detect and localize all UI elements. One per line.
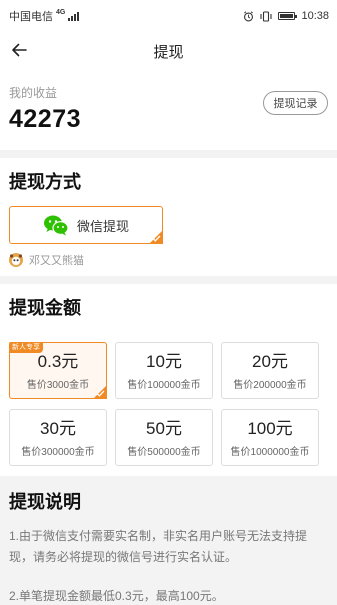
explain-section: 提现说明 1.由于微信支付需要实名制，非实名用户账号无法支持提现，请务必将提现的… [0, 476, 337, 605]
amount-price: 售价3000金币 [26, 379, 90, 391]
earnings-panel: 我的收益 42273 提现记录 [0, 70, 337, 150]
account-row: 邓又又熊猫 [9, 253, 328, 267]
status-bar: 中国电信 4G 10:38 [0, 0, 337, 32]
explain-item: 1.由于微信支付需要实名制，非实名用户账号无法支持提现，请务必将提现的微信号进行… [9, 529, 308, 564]
amount-price: 售价100000金币 [127, 379, 201, 391]
amount-price: 售价300000金币 [21, 446, 95, 458]
vibrate-icon [260, 10, 273, 22]
status-left: 中国电信 4G [9, 8, 80, 24]
amount-value: 30元 [40, 418, 76, 438]
method-section-title: 提现方式 [9, 172, 81, 192]
nav-bar: 提现 [0, 32, 337, 70]
amount-value: 10元 [146, 351, 182, 371]
amount-value: 0.3元 [37, 351, 79, 371]
section-divider [0, 150, 337, 158]
signal-icon [68, 11, 80, 21]
amount-value: 100元 [247, 418, 293, 438]
amount-options-grid: 新人专享 0.3元 售价3000金币 10元 售价100000金币 20元 售价… [9, 342, 328, 466]
battery-icon [278, 12, 298, 20]
newcomer-badge: 新人专享 [9, 342, 43, 353]
amount-option[interactable]: 新人专享 0.3元 售价3000金币 [9, 342, 107, 399]
page-title: 提现 [153, 43, 184, 61]
amount-option[interactable]: 10元 售价100000金币 [115, 342, 213, 399]
clock-time: 10:38 [301, 10, 329, 22]
explain-section-title: 提现说明 [9, 492, 81, 512]
wechat-method-label: 微信提现 [76, 218, 129, 234]
amount-section-title: 提现金额 [9, 298, 81, 318]
withdraw-record-button[interactable]: 提现记录 [263, 91, 328, 115]
wechat-method-option[interactable]: 微信提现 [9, 206, 163, 244]
amount-value: 20元 [252, 351, 288, 371]
network-label: 4G [56, 9, 66, 16]
check-icon [152, 235, 161, 242]
amount-section: 提现金额 新人专享 0.3元 售价3000金币 10元 售价100000金币 2… [0, 284, 337, 470]
wechat-icon [43, 215, 69, 236]
amount-option[interactable]: 20元 售价200000金币 [221, 342, 319, 399]
avatar [9, 253, 23, 267]
amount-price: 售价200000金币 [233, 379, 307, 391]
check-icon [96, 390, 105, 397]
amount-value: 50元 [146, 418, 182, 438]
amount-price: 售价500000金币 [127, 446, 201, 458]
section-divider [0, 276, 337, 284]
explain-item: 2.单笔提现金额最低0.3元，最高100元。 [9, 589, 224, 603]
amount-option[interactable]: 50元 售价500000金币 [115, 409, 213, 466]
wechat-account-name: 邓又又熊猫 [29, 255, 84, 267]
carrier-label: 中国电信 [9, 11, 53, 23]
back-button[interactable] [5, 36, 33, 64]
status-right: 10:38 [243, 10, 329, 22]
method-section: 提现方式 微信提现 邓又又熊猫 [0, 158, 337, 276]
amount-option[interactable]: 100元 售价1000000金币 [221, 409, 319, 466]
amount-price: 售价1000000金币 [230, 446, 310, 458]
amount-option[interactable]: 30元 售价300000金币 [9, 409, 107, 466]
back-arrow-icon [12, 43, 27, 57]
alarm-icon [244, 10, 254, 21]
